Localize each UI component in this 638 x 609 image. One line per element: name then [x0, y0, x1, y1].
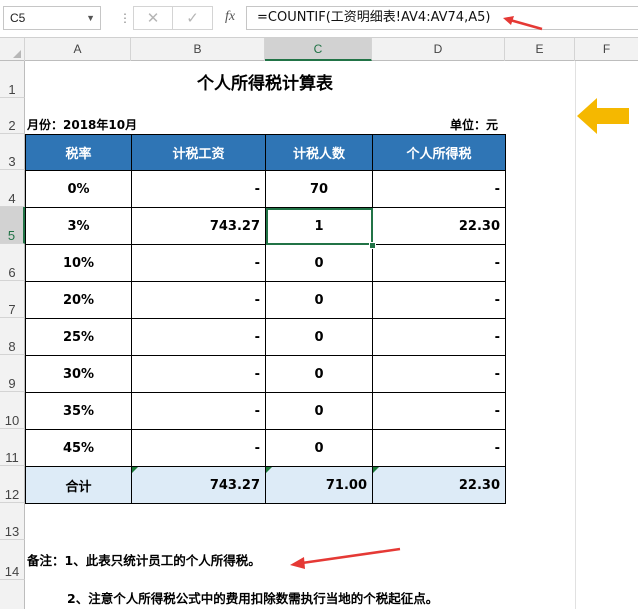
cell[interactable]: 743.27: [131, 207, 266, 245]
gridline: [575, 61, 576, 609]
table-row: 3% 743.27 1 22.30: [25, 207, 506, 245]
sheet-title: 个人所得税计算表: [197, 74, 333, 94]
close-icon: ✕: [146, 9, 160, 27]
total-tax-cell[interactable]: 22.30: [372, 466, 506, 504]
formula-input[interactable]: =COUNTIF(工资明细表!AV4:AV74,A5): [246, 6, 638, 30]
row-header-2[interactable]: 2: [0, 98, 25, 134]
table-row: 0% - 70 -: [25, 170, 506, 208]
table-row: 30% - 0 -: [25, 355, 506, 393]
column-header-f[interactable]: F: [575, 38, 638, 61]
cell[interactable]: 3%: [25, 207, 132, 245]
row-header-14[interactable]: 14: [0, 540, 25, 580]
cell[interactable]: -: [131, 281, 266, 319]
fill-handle[interactable]: [369, 242, 376, 249]
cell[interactable]: -: [131, 355, 266, 393]
cell[interactable]: 35%: [25, 392, 132, 430]
name-box-value: C5: [10, 11, 26, 25]
cell[interactable]: 25%: [25, 318, 132, 356]
cell[interactable]: 22.30: [372, 207, 506, 245]
cell[interactable]: -: [131, 429, 266, 467]
row-header-10[interactable]: 10: [0, 392, 25, 429]
row-header-11[interactable]: 11: [0, 429, 25, 466]
cell[interactable]: -: [131, 170, 266, 208]
cell[interactable]: 70: [265, 170, 373, 208]
tax-table: 税率 计税工资 计税人数 个人所得税 0% - 70 - 3% 743.27 1…: [25, 134, 506, 504]
cell[interactable]: 10%: [25, 244, 132, 282]
cell[interactable]: -: [131, 318, 266, 356]
table-row: 35% - 0 -: [25, 392, 506, 430]
cell[interactable]: 20%: [25, 281, 132, 319]
cell[interactable]: -: [131, 392, 266, 430]
table-header-row: 税率 计税工资 计税人数 个人所得税: [25, 134, 506, 171]
cell[interactable]: 0: [265, 429, 373, 467]
formula-text: =COUNTIF(工资明细表!AV4:AV74,A5): [257, 10, 491, 25]
total-count-cell[interactable]: 71.00: [265, 466, 373, 504]
cell[interactable]: 0%: [25, 170, 132, 208]
check-icon: ✓: [186, 9, 199, 27]
cell[interactable]: 0: [265, 244, 373, 282]
month-label: 月份：2018年10月: [27, 118, 138, 132]
header-income-tax[interactable]: 个人所得税: [372, 134, 506, 171]
table-row: 10% - 0 -: [25, 244, 506, 282]
cell[interactable]: 0: [265, 392, 373, 430]
select-all-button[interactable]: [0, 38, 25, 61]
column-header-c[interactable]: C: [265, 38, 372, 61]
cell[interactable]: 30%: [25, 355, 132, 393]
total-label-cell[interactable]: 合计: [25, 466, 132, 504]
cell[interactable]: -: [131, 244, 266, 282]
cell[interactable]: -: [372, 429, 506, 467]
row-header-5[interactable]: 5: [0, 207, 25, 244]
chevron-down-icon[interactable]: ▼: [86, 7, 95, 29]
cell[interactable]: -: [372, 281, 506, 319]
annotation-arrow-icon: [290, 547, 401, 569]
row-header-3[interactable]: 3: [0, 134, 25, 170]
table-row: 20% - 0 -: [25, 281, 506, 319]
table-row: 45% - 0 -: [25, 429, 506, 467]
row-header-4[interactable]: 4: [0, 170, 25, 207]
row-header-15[interactable]: [0, 580, 25, 609]
cell[interactable]: -: [372, 392, 506, 430]
column-header-a[interactable]: A: [25, 38, 131, 61]
note-line-2: 2、注意个人所得税公式中的费用扣除数需执行当地的个税起征点。: [67, 591, 439, 606]
unit-label: 单位：元: [450, 118, 499, 132]
cell[interactable]: 45%: [25, 429, 132, 467]
cell[interactable]: -: [372, 355, 506, 393]
annotation-arrow-icon: [503, 16, 543, 31]
column-header-e[interactable]: E: [505, 38, 575, 61]
cell[interactable]: -: [372, 170, 506, 208]
name-box[interactable]: C5 ▼: [3, 6, 101, 30]
column-header-b[interactable]: B: [131, 38, 265, 61]
header-taxable-salary[interactable]: 计税工资: [131, 134, 266, 171]
header-tax-rate[interactable]: 税率: [25, 134, 132, 171]
select-all-icon: [13, 50, 21, 58]
column-header-d[interactable]: D: [372, 38, 505, 61]
insert-function-button[interactable]: fx: [217, 6, 243, 30]
selected-cell[interactable]: 1: [265, 207, 373, 245]
cancel-button[interactable]: ✕: [133, 6, 173, 30]
grip-icon: ⋮: [119, 11, 131, 25]
cell[interactable]: -: [372, 244, 506, 282]
enter-button[interactable]: ✓: [173, 6, 213, 30]
row-header-7[interactable]: 7: [0, 281, 25, 318]
cell[interactable]: 0: [265, 318, 373, 356]
annotation-arrow-icon: [577, 98, 629, 134]
row-header-9[interactable]: 9: [0, 355, 25, 392]
row-header-1[interactable]: 1: [0, 61, 25, 98]
row-header-13[interactable]: 13: [0, 503, 25, 540]
row-header-12[interactable]: 12: [0, 466, 25, 503]
header-taxpayer-count[interactable]: 计税人数: [265, 134, 373, 171]
table-row: 25% - 0 -: [25, 318, 506, 356]
cell[interactable]: 0: [265, 355, 373, 393]
note-line-1: 备注：1、此表只统计员工的个人所得税。: [27, 553, 261, 568]
table-total-row: 合计 743.27 71.00 22.30: [25, 466, 506, 504]
row-header-6[interactable]: 6: [0, 244, 25, 281]
column-header-bar: A B C D E F: [0, 37, 638, 61]
total-salary-cell[interactable]: 743.27: [131, 466, 266, 504]
cell[interactable]: 0: [265, 281, 373, 319]
cell[interactable]: -: [372, 318, 506, 356]
row-header-8[interactable]: 8: [0, 318, 25, 355]
formula-bar: C5 ▼ ⋮ ✕ ✓ fx =COUNTIF(工资明细表!AV4:AV74,A5…: [0, 0, 638, 37]
fx-icon: fx: [224, 9, 236, 24]
